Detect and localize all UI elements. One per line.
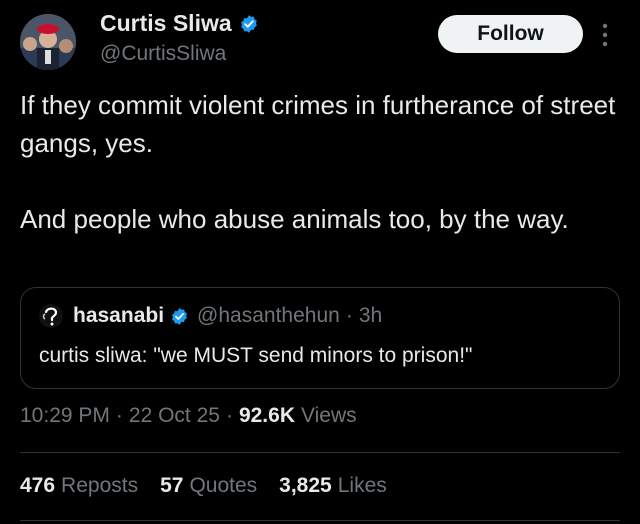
- author-handle[interactable]: @CurtisSliwa: [100, 42, 226, 66]
- meta-separator: ·: [115, 404, 123, 427]
- quote-separator: ·: [345, 304, 353, 327]
- quote-author-handle[interactable]: @hasanthehun: [197, 304, 340, 328]
- quotes-label: Quotes: [189, 474, 258, 497]
- quote-tweet-card[interactable]: hasanabi @hasanthehun · 3h curtis sliwa:…: [20, 287, 620, 389]
- quote-text: curtis sliwa: "we MUST send minors to pr…: [39, 344, 473, 367]
- tweet-meta: 10:29 PM · 22 Oct 25 · 92.6K Views: [20, 404, 357, 428]
- views-count: 92.6K: [238, 404, 295, 427]
- tweet-date[interactable]: 22 Oct 25: [129, 404, 220, 428]
- quote-timestamp[interactable]: 3h: [359, 304, 382, 328]
- reposts-label: Reposts: [61, 474, 139, 497]
- quotes-stat[interactable]: 57 Quotes: [160, 474, 257, 498]
- quote-avatar[interactable]: [39, 304, 63, 328]
- quote-header: hasanabi @hasanthehun · 3h: [39, 304, 382, 328]
- reposts-stat[interactable]: 476 Reposts: [20, 474, 138, 498]
- author-avatar[interactable]: [20, 14, 76, 70]
- more-vertical-icon[interactable]: [598, 22, 612, 48]
- reposts-count: 476: [20, 474, 56, 497]
- author-name-row: Curtis Sliwa: [100, 10, 259, 37]
- follow-button[interactable]: Follow: [438, 15, 583, 53]
- engagement-stats: 476 Reposts 57 Quotes 3,825 Likes: [20, 474, 409, 498]
- quotes-count: 57: [160, 474, 184, 497]
- likes-count: 3,825: [279, 474, 332, 497]
- verified-badge-icon: [240, 14, 257, 33]
- tweet-time[interactable]: 10:29 PM: [20, 404, 110, 428]
- tweet-paragraph: If they commit violent crimes in further…: [20, 90, 616, 158]
- meta-separator: ·: [225, 404, 233, 427]
- tweet-text: If they commit violent crimes in further…: [20, 86, 630, 238]
- views-label: Views: [301, 404, 357, 427]
- author-name[interactable]: Curtis Sliwa: [100, 10, 232, 37]
- divider: [20, 520, 620, 521]
- likes-label: Likes: [337, 474, 387, 497]
- divider: [20, 452, 620, 453]
- quote-author-name[interactable]: hasanabi: [73, 304, 164, 328]
- verified-badge-icon: [172, 307, 187, 325]
- tweet-paragraph: And people who abuse animals too, by the…: [20, 204, 569, 234]
- likes-stat[interactable]: 3,825 Likes: [279, 474, 387, 498]
